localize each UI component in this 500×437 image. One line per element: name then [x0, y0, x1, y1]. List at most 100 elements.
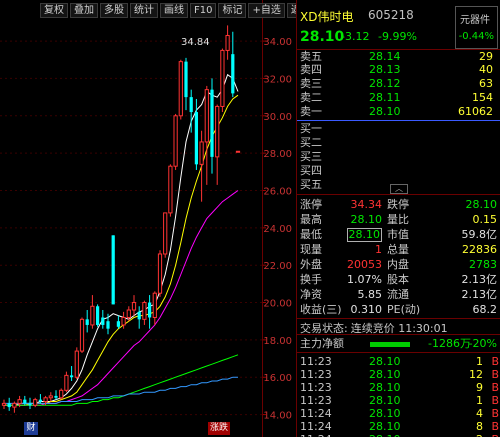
tick-side: B: [491, 420, 499, 433]
stat-label: 总量: [387, 243, 409, 256]
stat-label: 外盘: [300, 258, 322, 271]
ask-row[interactable]: 卖四 28.13 40: [297, 63, 497, 76]
candle: [142, 300, 147, 325]
divider: [297, 194, 500, 195]
candle-body: [101, 317, 105, 325]
add-watchlist-button[interactable]: +自选: [248, 3, 285, 18]
stat-value: 0.310: [350, 303, 383, 316]
tick-side: B: [491, 407, 499, 420]
candle: [116, 315, 121, 329]
tick-row[interactable]: 11:24 28.10 2 B: [297, 433, 500, 437]
stat-row: 外盘 20053 内盘 2783: [297, 258, 500, 272]
candle: [131, 295, 137, 316]
ask-price: 28.11: [369, 91, 401, 104]
bid-label: 买一: [300, 122, 322, 135]
ask-volume: 40: [479, 63, 493, 76]
tick-volume: 9: [476, 381, 483, 394]
stat-label: 流通: [387, 288, 409, 301]
stat-value: 59.8亿: [461, 228, 498, 241]
ex-rights-tag[interactable]: 财: [24, 422, 38, 435]
ma-line-ma60: [4, 354, 239, 406]
candle: [12, 401, 17, 413]
candle-body: [131, 302, 137, 311]
candle: [101, 310, 105, 329]
collapse-icon[interactable]: ︿: [390, 184, 408, 194]
candle: [64, 371, 69, 393]
sector-label: 元器件: [460, 15, 490, 26]
candle-body: [106, 321, 110, 329]
candle: [184, 57, 188, 111]
candlestick-chart[interactable]: 34.0032.0030.0028.0026.0024.0022.0020.00…: [0, 0, 296, 437]
tick-row[interactable]: 11:24 28.10 4 B: [297, 407, 500, 420]
candle-body: [54, 395, 58, 398]
tick-row[interactable]: 11:23 28.10 1 B: [297, 355, 500, 368]
tick-price: 28.10: [369, 355, 401, 368]
tick-volume: 4: [476, 407, 483, 420]
ask-row[interactable]: 卖五 28.14 29: [297, 50, 497, 63]
kline-chart-area[interactable]: 34.00 32.00 30.00 28.00 26.00 24.00 22.00 20.00…: [0, 0, 315, 437]
ask-row[interactable]: 卖三 28.12 63: [297, 77, 497, 90]
ask-price: 28.14: [369, 50, 401, 63]
candle: [173, 113, 178, 170]
tick-row[interactable]: 11:23 28.10 1 B: [297, 394, 500, 407]
candle: [204, 85, 209, 185]
candle-body: [1, 402, 7, 406]
stat-label: 最高: [300, 213, 322, 226]
candle-body: [126, 309, 131, 318]
ma-line-ma5: [4, 73, 239, 406]
candle: [215, 104, 220, 185]
tick-price: 28.10: [369, 368, 401, 381]
tick-time: 11:24: [300, 407, 332, 420]
bid-label: 买二: [300, 136, 322, 149]
quote-header: XD伟时电 605218 28.10 -3.12 -9.99% 元器件 -0.4…: [297, 2, 500, 49]
money-flow-row[interactable]: 主力净额 -1286万 -20%: [300, 337, 498, 351]
bid-row[interactable]: 买二: [297, 136, 497, 149]
stock-code: 605218: [368, 8, 414, 22]
tick-price: 28.10: [369, 407, 401, 420]
limit-down-tag[interactable]: 涨跌: [208, 422, 230, 435]
bid-row[interactable]: 买一: [297, 122, 497, 135]
tick-time: 11:23: [300, 381, 332, 394]
sector-change-pct: -0.44%: [458, 31, 494, 42]
candle: [79, 317, 85, 353]
candle-body: [184, 61, 188, 98]
tick-row[interactable]: 11:23 28.10 9 B: [297, 381, 500, 394]
tick-volume: 1: [476, 355, 483, 368]
candle-body: [173, 115, 178, 167]
bid-row[interactable]: 买四: [297, 164, 497, 177]
ask-price: 28.13: [369, 63, 401, 76]
stat-value: 28.10: [346, 228, 382, 242]
quote-panel: XD伟时电 605218 28.10 -3.12 -9.99% 元器件 -0.4…: [296, 0, 500, 437]
bid-label: 买三: [300, 150, 322, 163]
tick-row[interactable]: 11:23 28.10 12 B: [297, 368, 500, 381]
candle-body: [43, 397, 48, 403]
tick-time: 11:24: [300, 433, 332, 437]
ask-row[interactable]: 卖二 28.11 154: [297, 91, 497, 104]
f10-button[interactable]: F10: [190, 3, 217, 18]
stat-value: 68.2: [472, 303, 498, 316]
tick-row[interactable]: 11:24 28.10 8 B: [297, 420, 500, 433]
candle-body: [111, 235, 115, 305]
ask-row[interactable]: 卖一 28.10 61062: [297, 105, 497, 118]
bid-label: 买四: [300, 164, 322, 177]
stat-label: 收益(三): [300, 303, 342, 316]
draw-line-button[interactable]: 画线: [160, 3, 188, 18]
candle: [225, 25, 230, 60]
bid-row[interactable]: 买三: [297, 150, 497, 163]
multi-stock-button[interactable]: 多股: [100, 3, 128, 18]
sector-button[interactable]: 元器件 -0.44%: [455, 6, 498, 49]
mark-button[interactable]: 标记: [218, 3, 247, 18]
overlay-button[interactable]: 叠加: [70, 3, 98, 18]
restore-rights-button[interactable]: 复权: [40, 3, 68, 18]
candle-body: [33, 399, 38, 406]
stat-row: 净资 5.85 流通 2.13亿: [297, 288, 500, 302]
ask-volume: 154: [472, 91, 493, 104]
candle-body: [168, 165, 173, 214]
candle: [235, 150, 241, 153]
candle-body: [225, 34, 230, 51]
tick-price: 28.10: [369, 420, 401, 433]
stat-row: 换手 1.07% 股本 2.13亿: [297, 273, 500, 287]
current-price: 28.10: [300, 29, 345, 45]
candle: [59, 388, 64, 400]
statistics-button[interactable]: 统计: [130, 3, 158, 18]
